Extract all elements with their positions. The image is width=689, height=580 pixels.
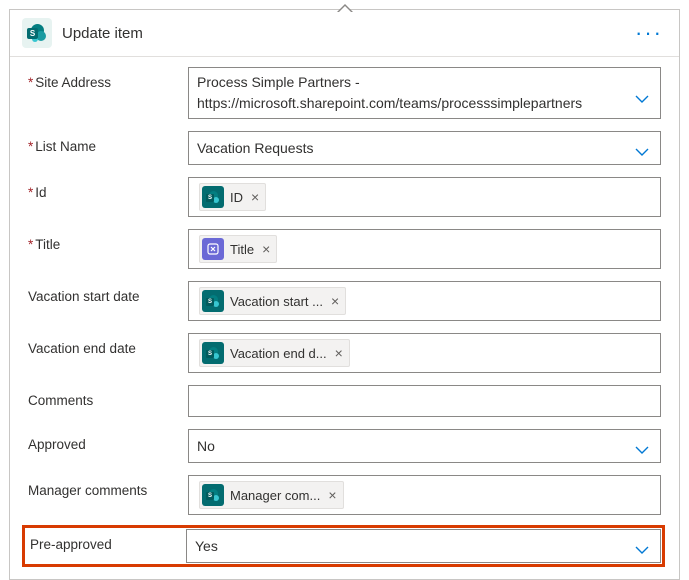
label-vacation-start: Vacation start date xyxy=(28,281,188,304)
sharepoint-token-icon: S xyxy=(202,342,224,364)
comments-input[interactable] xyxy=(188,385,661,417)
token-title[interactable]: Title × xyxy=(199,235,277,263)
sharepoint-token-icon: S xyxy=(202,290,224,312)
token-manager-comments[interactable]: S Manager com... × xyxy=(199,481,344,509)
vacation-end-input[interactable]: S Vacation end d... × xyxy=(188,333,661,373)
sharepoint-icon: S xyxy=(22,18,52,48)
chevron-down-icon xyxy=(634,442,650,458)
list-name-value: Vacation Requests xyxy=(197,140,313,156)
more-options-button[interactable]: ··· xyxy=(631,28,667,38)
sharepoint-token-icon: S xyxy=(202,186,224,208)
chevron-down-icon xyxy=(634,144,650,160)
title-input[interactable]: Title × xyxy=(188,229,661,269)
pre-approved-value: Yes xyxy=(195,538,218,554)
token-remove-icon[interactable]: × xyxy=(335,345,343,361)
card-header: S Update item ··· xyxy=(10,10,679,57)
card-nub xyxy=(337,4,353,12)
row-vacation-end: Vacation end date S Vacation end d... × xyxy=(28,333,661,373)
row-title: *Title Title × xyxy=(28,229,661,269)
label-vacation-end: Vacation end date xyxy=(28,333,188,356)
label-manager-comments: Manager comments xyxy=(28,475,188,498)
token-remove-icon[interactable]: × xyxy=(328,487,336,503)
list-name-dropdown[interactable]: Vacation Requests xyxy=(188,131,661,165)
label-id: *Id xyxy=(28,177,188,200)
site-address-value-line1: Process Simple Partners - xyxy=(197,72,626,93)
token-vacation-end[interactable]: S Vacation end d... × xyxy=(199,339,350,367)
token-vacation-start[interactable]: S Vacation start ... × xyxy=(199,287,346,315)
manager-comments-input[interactable]: S Manager com... × xyxy=(188,475,661,515)
vacation-start-input[interactable]: S Vacation start ... × xyxy=(188,281,661,321)
site-address-dropdown[interactable]: Process Simple Partners - https://micros… xyxy=(188,67,661,119)
token-remove-icon[interactable]: × xyxy=(251,189,259,205)
label-list-name: *List Name xyxy=(28,131,188,154)
row-approved: Approved No xyxy=(28,429,661,463)
row-id: *Id S ID × xyxy=(28,177,661,217)
site-address-value-line2: https://microsoft.sharepoint.com/teams/p… xyxy=(197,93,626,114)
row-pre-approved: Pre-approved Yes xyxy=(24,527,663,565)
update-item-card: S Update item ··· *Site Address Process … xyxy=(9,9,680,580)
row-vacation-start: Vacation start date S Vacation start ...… xyxy=(28,281,661,321)
id-input[interactable]: S ID × xyxy=(188,177,661,217)
label-pre-approved: Pre-approved xyxy=(26,529,186,552)
card-title: Update item xyxy=(62,25,631,42)
token-remove-icon[interactable]: × xyxy=(262,241,270,257)
label-title: *Title xyxy=(28,229,188,252)
approved-value: No xyxy=(197,438,215,454)
row-comments: Comments xyxy=(28,385,661,417)
pre-approved-dropdown[interactable]: Yes xyxy=(186,529,661,563)
dynamic-content-icon xyxy=(202,238,224,260)
row-list-name: *List Name Vacation Requests xyxy=(28,131,661,165)
row-site-address: *Site Address Process Simple Partners - … xyxy=(28,67,661,119)
token-remove-icon[interactable]: × xyxy=(331,293,339,309)
card-body: *Site Address Process Simple Partners - … xyxy=(10,57,679,579)
label-site-address: *Site Address xyxy=(28,67,188,90)
approved-dropdown[interactable]: No xyxy=(188,429,661,463)
chevron-down-icon xyxy=(634,542,650,558)
row-manager-comments: Manager comments S Manager com... × xyxy=(28,475,661,515)
chevron-down-icon xyxy=(634,89,650,110)
token-id[interactable]: S ID × xyxy=(199,183,266,211)
sharepoint-token-icon: S xyxy=(202,484,224,506)
label-comments: Comments xyxy=(28,385,188,408)
label-approved: Approved xyxy=(28,429,188,452)
